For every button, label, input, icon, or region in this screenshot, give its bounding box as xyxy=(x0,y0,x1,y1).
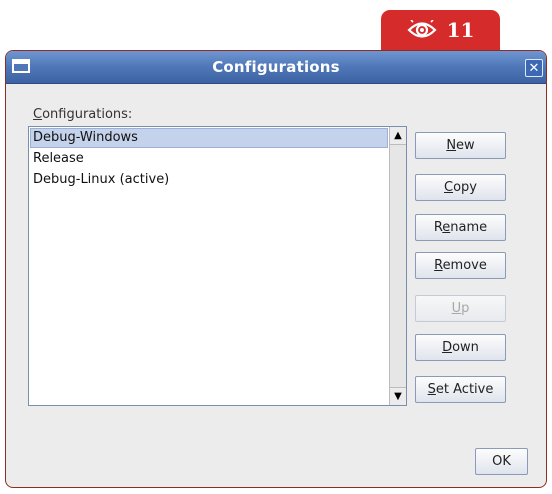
down-mnemonic: D xyxy=(442,340,453,355)
rename-label-pre: R xyxy=(433,220,443,235)
list-item-release[interactable]: Release xyxy=(29,148,389,169)
label-text: onfigurations: xyxy=(42,107,133,122)
up-mnemonic: U xyxy=(451,301,462,316)
down-button[interactable]: Down xyxy=(415,334,506,361)
configurations-label: Configurations: xyxy=(33,107,132,122)
close-icon[interactable]: ✕ xyxy=(525,59,543,77)
step-number: 11 xyxy=(446,18,475,42)
dialog-title: Configurations xyxy=(212,58,340,76)
step-badge: 11 xyxy=(381,10,500,50)
copy-button[interactable]: Copy xyxy=(415,174,506,201)
label-mnemonic: C xyxy=(33,107,43,122)
set-active-mnemonic: S xyxy=(427,382,436,397)
up-label: p xyxy=(461,301,470,316)
down-label: own xyxy=(452,340,479,355)
remove-mnemonic: R xyxy=(434,258,443,273)
list-items: Debug-Windows Release Debug-Linux (activ… xyxy=(29,127,389,405)
scroll-up-arrow-icon[interactable]: ▲ xyxy=(390,127,406,145)
up-button[interactable]: Up xyxy=(415,295,506,322)
copy-label: opy xyxy=(453,180,477,195)
configurations-list[interactable]: Debug-Windows Release Debug-Linux (activ… xyxy=(28,126,407,406)
list-item-debug-linux[interactable]: Debug-Linux (active) xyxy=(29,169,389,190)
scroll-down-arrow-icon[interactable]: ▼ xyxy=(390,387,406,405)
eye-icon xyxy=(407,20,437,40)
new-label: ew xyxy=(456,138,475,153)
list-item-debug-windows[interactable]: Debug-Windows xyxy=(30,128,388,148)
rename-label: name xyxy=(450,220,488,235)
configurations-dialog: Configurations ✕ Configurations: Debug-W… xyxy=(5,50,547,488)
ok-button[interactable]: OK xyxy=(475,448,528,475)
vertical-scrollbar[interactable]: ▲ ▼ xyxy=(389,127,406,405)
remove-label: emove xyxy=(442,258,487,273)
rename-button[interactable]: Rename xyxy=(415,214,506,241)
set-active-label: et Active xyxy=(435,382,494,397)
remove-button[interactable]: Remove xyxy=(415,252,506,279)
set-active-button[interactable]: Set Active xyxy=(415,376,506,403)
new-mnemonic: N xyxy=(446,138,457,153)
title-bar[interactable]: Configurations ✕ xyxy=(6,51,546,84)
new-button[interactable]: New xyxy=(415,132,506,159)
copy-mnemonic: C xyxy=(444,180,454,195)
